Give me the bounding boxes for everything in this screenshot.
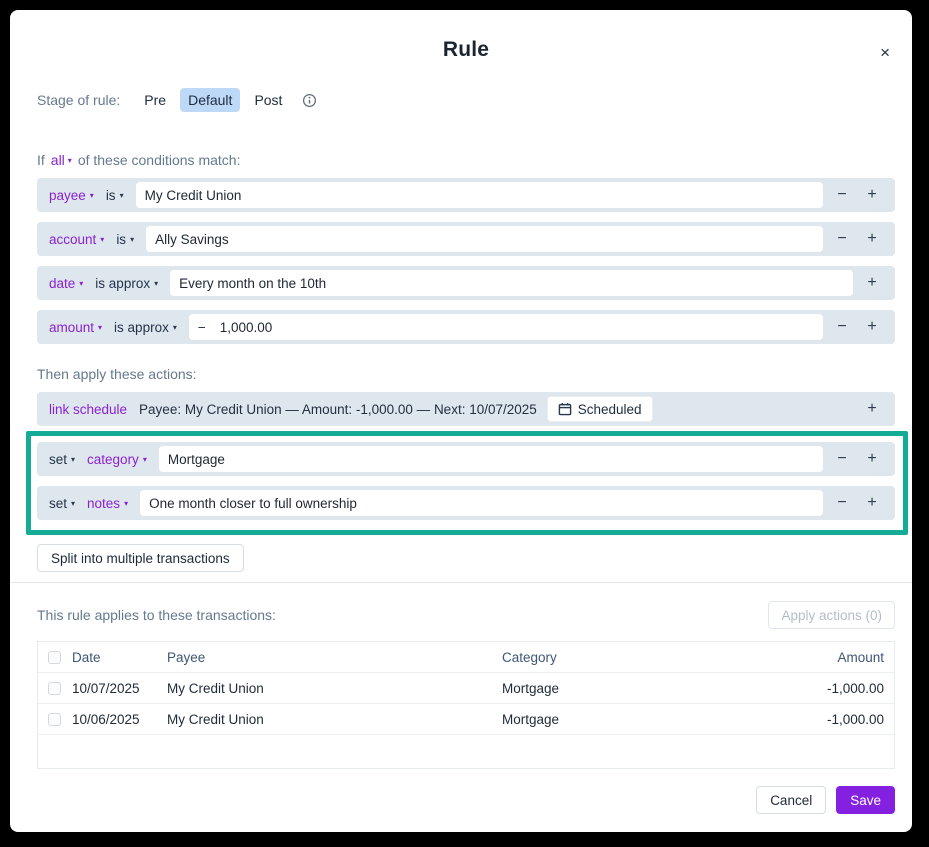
cell-date: 10/06/2025 — [72, 712, 167, 727]
chevron-down-icon: ▾ — [143, 456, 147, 464]
save-button[interactable]: Save — [836, 786, 895, 814]
transactions-table: Date Payee Category Amount 10/07/2025 My… — [37, 641, 895, 769]
action-field-dropdown[interactable]: notes▾ — [87, 496, 128, 511]
rule-modal: × Rule Stage of rule: Pre Default Post I… — [10, 10, 912, 832]
action-verb-dropdown[interactable]: set▾ — [49, 496, 75, 511]
cell-date: 10/07/2025 — [72, 681, 167, 696]
cell-payee: My Credit Union — [167, 681, 502, 696]
condition-field-dropdown[interactable]: account▾ — [49, 232, 104, 247]
chevron-down-icon: ▾ — [71, 500, 75, 508]
table-row[interactable]: 10/06/2025 My Credit Union Mortgage -1,0… — [38, 703, 894, 734]
action-row-set-category: set▾ category▾ Mortgage − + — [37, 442, 895, 476]
condition-row-payee: payee▾ is▾ My Credit Union − + — [37, 178, 895, 212]
add-condition-button[interactable]: + — [857, 182, 887, 208]
remove-condition-button[interactable]: − — [827, 226, 857, 252]
condition-value-input[interactable]: My Credit Union — [136, 182, 823, 208]
remove-condition-button[interactable]: − — [827, 314, 857, 340]
action-field-dropdown[interactable]: link schedule — [49, 402, 127, 417]
cell-amount: -1,000.00 — [764, 681, 884, 696]
condition-row-date: date▾ is approx▾ Every month on the 10th… — [37, 266, 895, 300]
table-row[interactable]: 10/07/2025 My Credit Union Mortgage -1,0… — [38, 672, 894, 703]
column-header-amount: Amount — [764, 650, 884, 665]
chevron-down-icon: ▾ — [154, 280, 158, 288]
add-condition-button[interactable]: + — [857, 226, 887, 252]
section-divider — [10, 582, 912, 583]
chevron-down-icon: ▾ — [124, 500, 128, 508]
applies-row: This rule applies to these transactions:… — [37, 601, 895, 629]
stage-of-rule-row: Stage of rule: Pre Default Post — [37, 88, 895, 112]
apply-actions-button[interactable]: Apply actions (0) — [768, 601, 895, 629]
action-value-input[interactable]: One month closer to full ownership — [140, 490, 823, 516]
info-icon — [302, 93, 317, 108]
cancel-button[interactable]: Cancel — [756, 786, 826, 814]
cell-category: Mortgage — [502, 681, 764, 696]
condition-row-amount: amount▾ is approx▾ − 1,000.00 − + — [37, 310, 895, 344]
conditions-suffix: of these conditions match: — [78, 152, 241, 168]
action-verb-dropdown[interactable]: set▾ — [49, 452, 75, 467]
actions-heading: Then apply these actions: — [37, 366, 895, 382]
column-header-category: Category — [502, 650, 764, 665]
chevron-down-icon: ▾ — [98, 324, 102, 332]
cell-category: Mortgage — [502, 712, 764, 727]
column-header-payee: Payee — [167, 650, 502, 665]
row-checkbox[interactable] — [48, 682, 61, 695]
chevron-down-icon: ▾ — [130, 236, 134, 244]
conditions-prefix: If — [37, 152, 45, 168]
chevron-down-icon: ▾ — [79, 280, 83, 288]
condition-field-dropdown[interactable]: amount▾ — [49, 320, 102, 335]
chevron-down-icon: ▾ — [71, 456, 75, 464]
add-action-button[interactable]: + — [857, 490, 887, 516]
chevron-down-icon: ▾ — [68, 157, 72, 165]
highlighted-actions-box: set▾ category▾ Mortgage − + set▾ notes▾ — [26, 431, 908, 535]
stage-option-post[interactable]: Post — [246, 88, 290, 112]
condition-value-input[interactable]: − 1,000.00 — [189, 314, 823, 340]
conditions-heading: If all ▾ of these conditions match: — [37, 152, 895, 168]
calendar-icon — [558, 402, 572, 416]
action-field-dropdown[interactable]: category▾ — [87, 452, 147, 467]
modal-footer: Cancel Save — [756, 786, 895, 814]
table-header-row: Date Payee Category Amount — [38, 642, 894, 672]
stage-option-default[interactable]: Default — [180, 88, 240, 112]
add-action-button[interactable]: + — [857, 446, 887, 472]
close-icon[interactable]: × — [878, 42, 892, 63]
add-action-button[interactable]: + — [857, 396, 887, 422]
condition-field-dropdown[interactable]: payee▾ — [49, 188, 94, 203]
condition-value-input[interactable]: Ally Savings — [146, 226, 823, 252]
scheduled-button[interactable]: Scheduled — [547, 396, 653, 422]
conjunction-dropdown[interactable]: all ▾ — [51, 152, 72, 168]
page-title: Rule — [37, 38, 895, 62]
table-row-empty — [38, 734, 894, 768]
chevron-down-icon: ▾ — [90, 192, 94, 200]
stage-label: Stage of rule: — [37, 92, 120, 108]
condition-op-dropdown[interactable]: is approx▾ — [95, 276, 158, 291]
remove-action-button[interactable]: − — [827, 446, 857, 472]
action-value-input[interactable]: Mortgage — [159, 446, 823, 472]
condition-row-account: account▾ is▾ Ally Savings − + — [37, 222, 895, 256]
minus-sign[interactable]: − — [198, 320, 206, 335]
select-all-checkbox[interactable] — [48, 651, 61, 664]
remove-action-button[interactable]: − — [827, 490, 857, 516]
chevron-down-icon: ▾ — [173, 324, 177, 332]
stage-option-pre[interactable]: Pre — [136, 88, 174, 112]
condition-op-dropdown[interactable]: is approx▾ — [114, 320, 177, 335]
schedule-description: Payee: My Credit Union — Amount: -1,000.… — [139, 402, 537, 417]
action-row-set-notes: set▾ notes▾ One month closer to full own… — [37, 486, 895, 520]
add-condition-button[interactable]: + — [857, 270, 887, 296]
condition-op-dropdown[interactable]: is▾ — [106, 188, 124, 203]
action-row-link-schedule: link schedule Payee: My Credit Union — A… — [37, 392, 895, 426]
cell-amount: -1,000.00 — [764, 712, 884, 727]
chevron-down-icon: ▾ — [120, 192, 124, 200]
condition-value-input[interactable]: Every month on the 10th — [170, 270, 853, 296]
row-checkbox[interactable] — [48, 713, 61, 726]
column-header-date: Date — [72, 650, 167, 665]
applies-heading: This rule applies to these transactions: — [37, 607, 276, 623]
chevron-down-icon: ▾ — [100, 236, 104, 244]
cell-payee: My Credit Union — [167, 712, 502, 727]
add-condition-button[interactable]: + — [857, 314, 887, 340]
split-transactions-button[interactable]: Split into multiple transactions — [37, 544, 244, 572]
condition-field-dropdown[interactable]: date▾ — [49, 276, 83, 291]
condition-op-dropdown[interactable]: is▾ — [116, 232, 134, 247]
remove-condition-button[interactable]: − — [827, 182, 857, 208]
